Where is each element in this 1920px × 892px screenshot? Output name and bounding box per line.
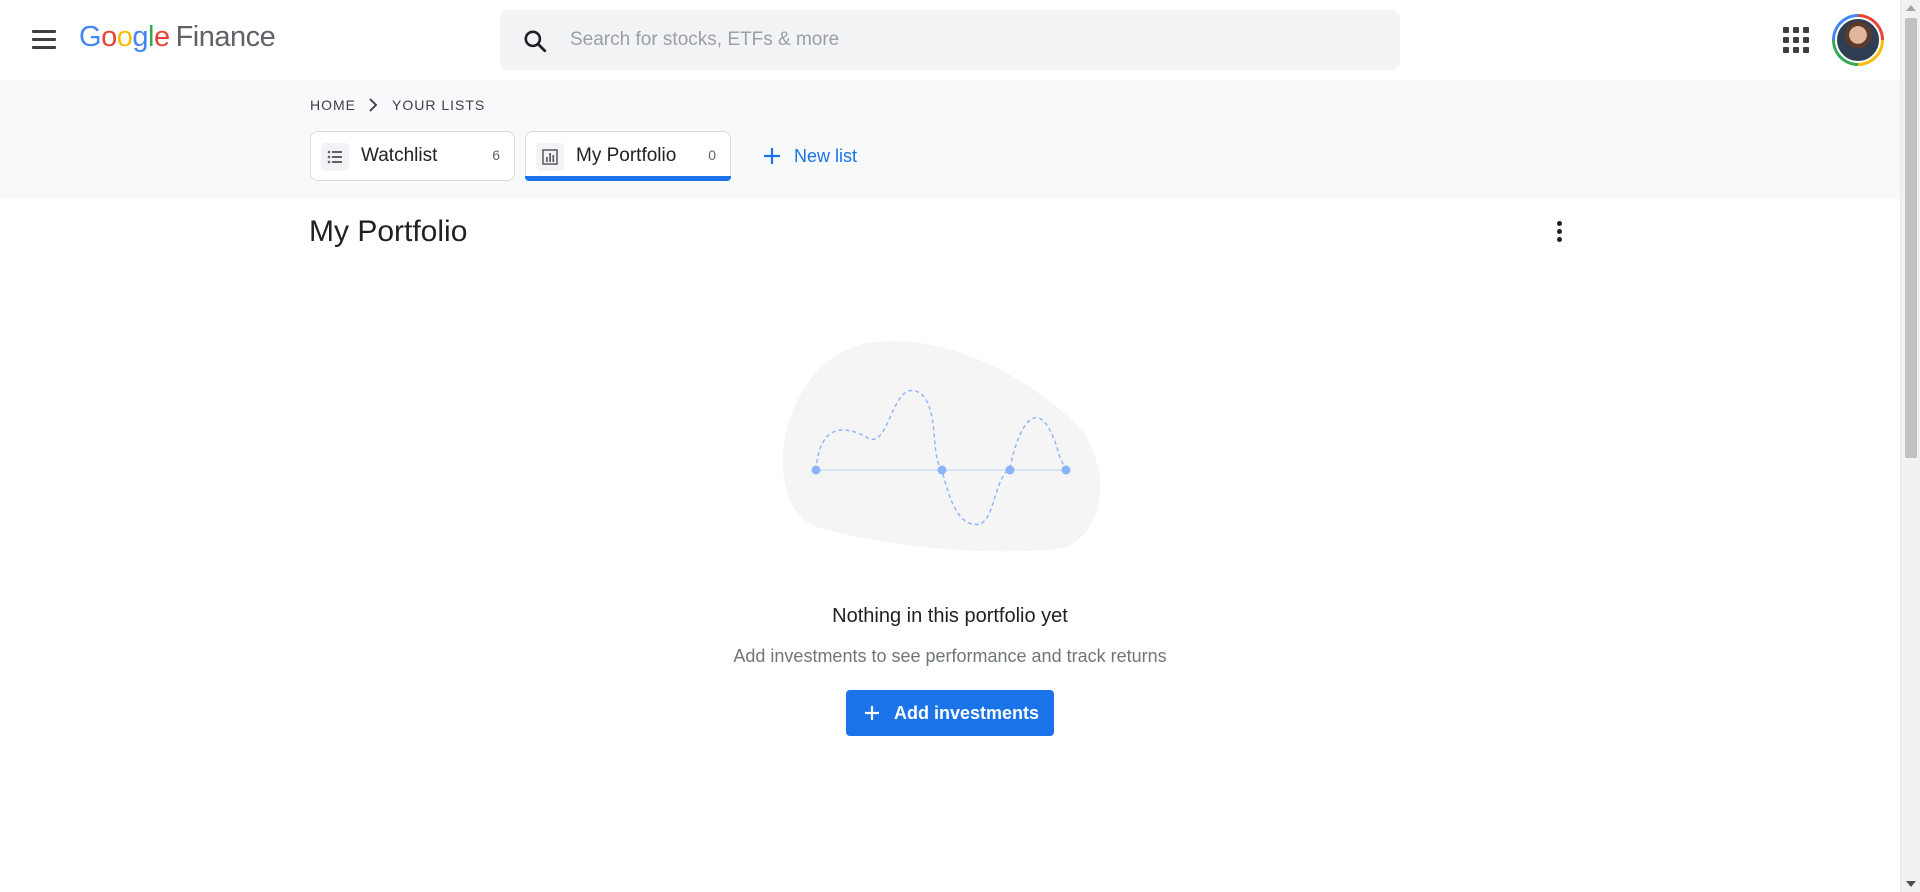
search-icon[interactable] (522, 28, 548, 54)
empty-state-subtitle: Add investments to see performance and t… (733, 646, 1167, 666)
search-box[interactable] (500, 10, 1400, 70)
search-input[interactable] (570, 22, 1370, 58)
scrollbar-thumb[interactable] (1905, 18, 1917, 458)
page-title: My Portfolio (309, 215, 468, 248)
breadcrumb-your-lists: YOUR LISTS (392, 97, 486, 113)
scroll-down-arrow-icon[interactable] (1906, 881, 1916, 887)
bar-chart-icon (536, 143, 564, 171)
tab-watchlist[interactable]: Watchlist 6 (310, 131, 515, 181)
list-icon (321, 143, 349, 171)
apps-grid-icon[interactable] (1782, 26, 1810, 54)
tab-label: Watchlist (361, 145, 438, 166)
tab-label: My Portfolio (576, 145, 677, 166)
tab-count: 0 (708, 147, 716, 163)
add-investments-label: Add investments (894, 703, 1040, 723)
scroll-up-arrow-icon[interactable] (1906, 5, 1916, 11)
empty-state-title: Nothing in this portfolio yet (832, 605, 1068, 627)
user-avatar[interactable] (1832, 14, 1884, 66)
avatar-photo (1835, 17, 1881, 63)
lists-header-band (0, 80, 1900, 199)
google-finance-logo[interactable]: Google Finance (79, 21, 276, 54)
top-app-bar: Google Finance (0, 0, 1900, 80)
active-tab-indicator (525, 176, 731, 181)
hamburger-menu-icon[interactable] (26, 24, 62, 56)
tab-my-portfolio[interactable]: My Portfolio 0 (525, 131, 731, 181)
chevron-right-icon (369, 98, 378, 112)
add-investments-button[interactable]: Add investments (846, 690, 1054, 736)
plus-icon (865, 706, 879, 720)
vertical-scrollbar[interactable] (1900, 0, 1920, 892)
new-list-label: New list (794, 146, 858, 166)
more-options-icon[interactable] (1546, 218, 1574, 246)
breadcrumb-home[interactable]: HOME (310, 97, 356, 113)
empty-portfolio-illustration (782, 341, 1101, 552)
tab-count: 6 (492, 147, 500, 163)
plus-icon (764, 148, 780, 164)
